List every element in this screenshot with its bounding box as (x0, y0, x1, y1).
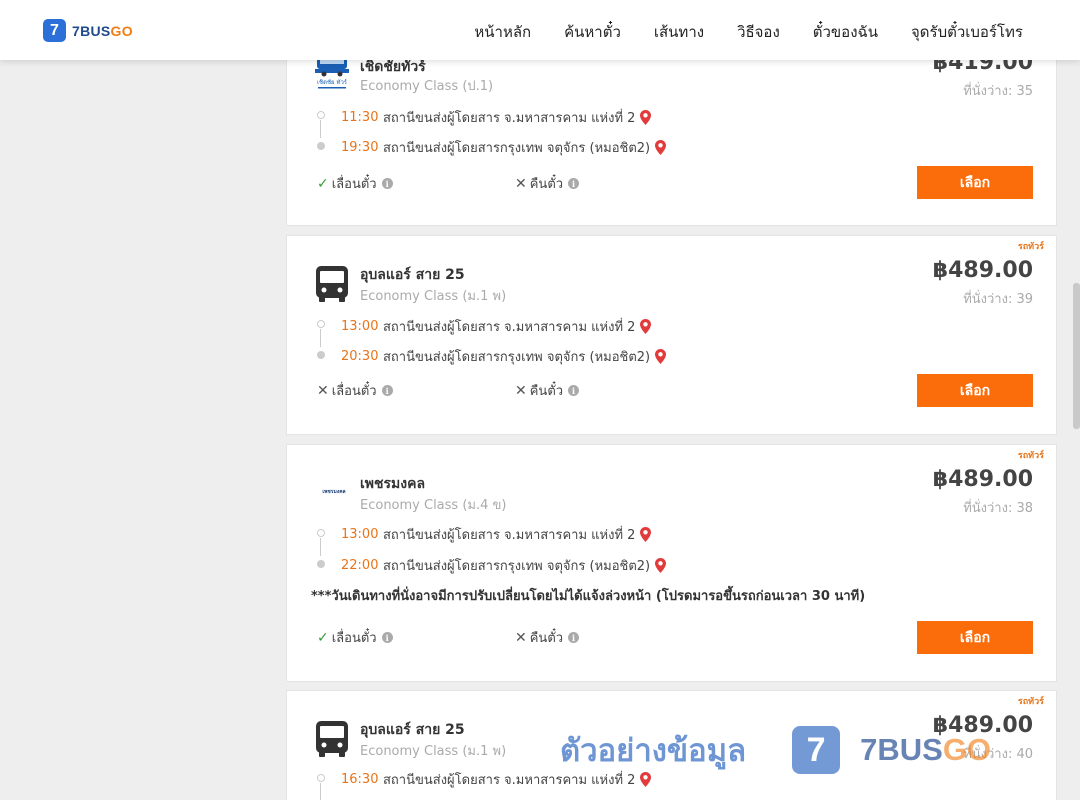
check-icon: ✓ (317, 175, 329, 192)
page-scrollbar-thumb[interactable] (1073, 283, 1080, 429)
info-icon[interactable]: i (568, 385, 580, 396)
arrival-time: 20:30 (341, 348, 379, 364)
departure-station: สถานีขนส่งผู้โดยสาร จ.มหาสารคาม แห่งที่ … (383, 110, 636, 126)
info-icon[interactable]: i (381, 385, 393, 396)
departure-stop: 16:30 สถานีขนส่งผู้โดยสาร จ.มหาสารคาม แห… (341, 769, 652, 789)
arrival-station: สถานีขนส่งผู้โดยสารกรุงเทพ จตุจักร (หมอช… (383, 558, 651, 574)
departure-time: 13:00 (341, 318, 379, 334)
departure-time: 11:30 (341, 109, 379, 125)
bus-icon (314, 719, 350, 757)
select-trip-button[interactable]: เลือก (917, 621, 1033, 654)
seats-available: ที่นั่งว่าง: 38 (963, 501, 1033, 516)
arrival-station: สถานีขนส่งผู้โดยสารกรุงเทพ จตุจักร (หมอช… (383, 140, 651, 156)
check-icon: ✓ (317, 629, 329, 646)
nav-home[interactable]: หน้าหลัก (474, 20, 531, 44)
seats-available: ที่นั่งว่าง: 35 (963, 84, 1033, 99)
reschedule-policy: ✕ เลื่อนตั๋ว i (317, 380, 393, 401)
site-logo[interactable]: 7 7BUSGO (43, 19, 133, 42)
seats-available: ที่นั่งว่าง: 39 (963, 292, 1033, 307)
map-pin-icon[interactable] (640, 318, 652, 334)
ticket-price: ฿489.00 (932, 258, 1033, 283)
arrival-stop: 20:30 สถานีขนส่งผู้โดยสารกรุงเทพ จตุจักร… (341, 346, 667, 366)
route-timeline (317, 318, 325, 368)
trip-card: รถทัวร์ อุบลแอร์ สาย 25 Economy Class (ม… (286, 690, 1057, 800)
bus-icon (314, 264, 350, 302)
cross-icon: ✕ (515, 382, 527, 399)
svg-text:เชิดชัย ทัวร์: เชิดชัย ทัวร์ (317, 78, 348, 86)
nav-search-tickets[interactable]: ค้นหาตั๋ว (564, 20, 621, 44)
map-pin-icon[interactable] (640, 771, 652, 787)
nav-routes[interactable]: เส้นทาง (654, 20, 704, 44)
departure-station: สถานีขนส่งผู้โดยสาร จ.มหาสารคาม แห่งที่ … (383, 527, 636, 543)
info-icon[interactable]: i (381, 632, 393, 643)
map-pin-icon[interactable] (655, 557, 667, 573)
info-icon[interactable]: i (381, 178, 393, 189)
ticket-price: ฿489.00 (932, 713, 1033, 738)
bus-class: Economy Class (ม.1 พ) (360, 289, 507, 304)
trip-card: รถทัวร์ เพชรมงคล เพชรมงคล Economy Class … (286, 444, 1057, 682)
nav-how-to-book[interactable]: วิธีจอง (737, 20, 780, 44)
seats-available: ที่นั่งว่าง: 40 (963, 747, 1033, 762)
departure-stop: 13:00 สถานีขนส่งผู้โดยสาร จ.มหาสารคาม แห… (341, 524, 652, 544)
map-pin-icon[interactable] (655, 348, 667, 364)
route-timeline (317, 527, 325, 577)
departure-stop: 11:30 สถานีขนส่งผู้โดยสาร จ.มหาสารคาม แห… (341, 107, 652, 127)
cross-icon: ✕ (515, 175, 527, 192)
bus-class: Economy Class (ม.1 พ) (360, 744, 507, 759)
route-timeline (317, 109, 325, 159)
cross-icon: ✕ (515, 629, 527, 646)
reschedule-policy: ✓ เลื่อนตั๋ว i (317, 173, 393, 194)
select-trip-button[interactable]: เลือก (917, 166, 1033, 199)
arrival-stop: 22:00 สถานีขนส่งผู้โดยสารกรุงเทพ จตุจักร… (341, 555, 667, 575)
info-icon[interactable]: i (568, 632, 580, 643)
route-timeline (317, 772, 325, 800)
map-pin-icon[interactable] (640, 109, 652, 125)
refund-policy: ✕ คืนตั๋ว i (515, 627, 580, 648)
map-pin-icon[interactable] (640, 526, 652, 542)
operator-name: อุบลแอร์ สาย 25 (360, 267, 465, 283)
arrival-time: 19:30 (341, 139, 379, 155)
phetmongkol-logo-icon: เพชรมงคล (314, 483, 354, 499)
nav-my-tickets[interactable]: ตั๋วของฉัน (813, 20, 878, 44)
bus-class: Economy Class (ม.4 ข) (360, 498, 507, 513)
trip-note: ***วันเดินทางที่นั่งอาจมีการปรับเปลี่ยนโ… (311, 589, 866, 604)
logo-mark-icon: 7 (43, 19, 66, 42)
info-icon[interactable]: i (568, 178, 580, 189)
departure-station: สถานีขนส่งผู้โดยสาร จ.มหาสารคาม แห่งที่ … (383, 319, 636, 335)
arrival-stop: 19:30 สถานีขนส่งผู้โดยสารกรุงเทพ จตุจักร… (341, 137, 667, 157)
departure-time: 13:00 (341, 526, 379, 542)
nav-ticket-pickup-phone[interactable]: จุดรับตั๋วเบอร์โทร (911, 20, 1023, 44)
logo-text: 7BUSGO (72, 22, 133, 39)
bus-type-badge: รถทัวร์ (1017, 242, 1044, 252)
departure-station: สถานีขนส่งผู้โดยสาร จ.มหาสารคาม แห่งที่ … (383, 772, 636, 788)
map-pin-icon[interactable] (655, 139, 667, 155)
trip-card: รถทัวร์ อุบลแอร์ สาย 25 Economy Class (ม… (286, 235, 1057, 435)
reschedule-policy: ✓ เลื่อนตั๋ว i (317, 627, 393, 648)
bus-type-badge: รถทัวร์ (1017, 451, 1044, 461)
refund-policy: ✕ คืนตั๋ว i (515, 173, 580, 194)
arrival-time: 22:00 (341, 557, 379, 573)
arrival-station: สถานีขนส่งผู้โดยสารกรุงเทพ จตุจักร (หมอช… (383, 349, 651, 365)
select-trip-button[interactable]: เลือก (917, 374, 1033, 407)
top-navbar: 7 7BUSGO หน้าหลัก ค้นหาตั๋ว เส้นทาง วิธี… (0, 0, 1080, 60)
departure-stop: 13:00 สถานีขนส่งผู้โดยสาร จ.มหาสารคาม แห… (341, 316, 652, 336)
svg-text:เพชรมงคล: เพชรมงคล (322, 489, 345, 495)
bus-class: Economy Class (ป.1) (360, 79, 494, 94)
operator-name: อุบลแอร์ สาย 25 (360, 722, 465, 738)
cross-icon: ✕ (317, 382, 329, 399)
refund-policy: ✕ คืนตั๋ว i (515, 380, 580, 401)
operator-name: เพชรมงคล (360, 476, 426, 492)
bus-type-badge: รถทัวร์ (1017, 697, 1044, 707)
ticket-price: ฿489.00 (932, 467, 1033, 492)
main-nav: หน้าหลัก ค้นหาตั๋ว เส้นทาง วิธีจอง ตั๋วข… (441, 20, 1023, 44)
departure-time: 16:30 (341, 771, 379, 787)
